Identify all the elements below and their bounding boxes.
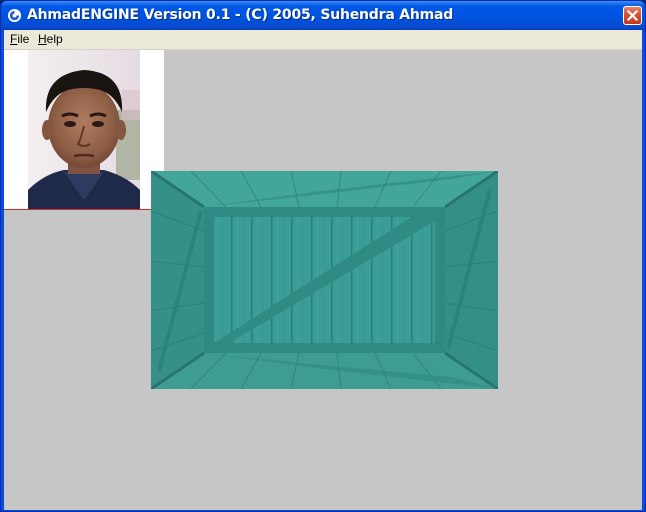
menu-bar: File Help: [4, 30, 642, 50]
menu-help-accel: H: [38, 32, 47, 46]
window-title: AhmadENGINE Version 0.1 - (C) 2005, Suhe…: [27, 7, 454, 23]
menu-help[interactable]: Help: [38, 32, 63, 46]
close-icon: [626, 9, 639, 22]
portrait-graphic: [4, 50, 164, 209]
crate-graphic: [150, 169, 499, 391]
app-window: AhmadENGINE Version 0.1 - (C) 2005, Suhe…: [0, 0, 646, 512]
app-icon: [7, 8, 22, 23]
menu-help-rest: elp: [46, 32, 63, 46]
title-bar[interactable]: AhmadENGINE Version 0.1 - (C) 2005, Suhe…: [1, 1, 645, 30]
close-button[interactable]: [623, 6, 642, 25]
portrait-image: [4, 50, 164, 210]
menu-file-rest: ile: [17, 32, 30, 46]
wooden-crate-texture: [150, 169, 499, 391]
menu-file[interactable]: File: [10, 32, 29, 46]
client-area: File Help: [4, 30, 642, 510]
render-canvas[interactable]: [4, 50, 642, 510]
